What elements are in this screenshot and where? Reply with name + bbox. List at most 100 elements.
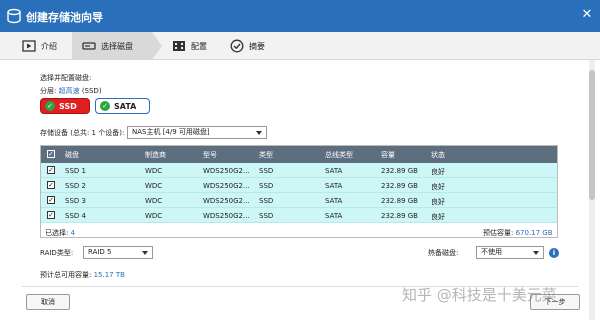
cell-model: WDS250G2... bbox=[203, 197, 250, 205]
step-summary: 摘要 bbox=[222, 32, 282, 60]
row-checkbox[interactable]: ✓ bbox=[47, 211, 55, 219]
ssd-label: SSD bbox=[59, 101, 77, 111]
cell-type: SSD bbox=[259, 197, 274, 205]
step-arrow bbox=[152, 32, 162, 60]
cell-disk: SSD 1 bbox=[65, 167, 86, 175]
cell-disk: SSD 2 bbox=[65, 182, 86, 190]
selected-count: 4 bbox=[70, 229, 76, 237]
cell-bus: SATA bbox=[325, 197, 343, 205]
check-icon: ✓ bbox=[100, 101, 110, 111]
cell-disk: SSD 4 bbox=[65, 212, 86, 220]
cell-model: WDS250G2... bbox=[203, 167, 250, 175]
table-row[interactable]: ✓ SSD 2 WDC WDS250G2... SSD SATA 232.89 … bbox=[41, 178, 557, 193]
raid-type-select[interactable]: RAID 5 bbox=[83, 246, 153, 259]
cell-status: 良好 bbox=[431, 198, 445, 206]
cell-vendor: WDC bbox=[145, 212, 163, 220]
step-select-disks: 选择磁盘 bbox=[72, 32, 152, 60]
tier-suffix: (SSD) bbox=[79, 87, 102, 95]
cell-type: SSD bbox=[259, 167, 274, 175]
close-icon[interactable]: ✕ bbox=[580, 8, 594, 22]
raid-type-label: RAID类型: bbox=[40, 249, 74, 257]
step-select-disks-label: 选择磁盘 bbox=[101, 41, 133, 51]
storage-device-label: 存储设备 (总共: 1 个设备): bbox=[40, 129, 125, 137]
hot-spare-select[interactable]: 不使用 bbox=[476, 246, 544, 259]
col-disk[interactable]: 磁盘 bbox=[65, 150, 79, 160]
step-intro: 介绍 bbox=[0, 32, 70, 60]
cell-model: WDS250G2... bbox=[203, 212, 250, 220]
tier-prefix: 分层: bbox=[40, 87, 59, 95]
selected-label-text: 已选择: bbox=[45, 229, 71, 237]
row-checkbox[interactable]: ✓ bbox=[47, 166, 55, 174]
cell-status: 良好 bbox=[431, 183, 445, 191]
hot-spare-label: 热备磁盘: bbox=[428, 249, 459, 257]
disk-table: ✓ 磁盘 制造商 型号 类型 总线类型 容量 状态 ✓ SSD 1 WDC WD… bbox=[40, 145, 558, 238]
cell-capacity: 232.89 GB bbox=[381, 182, 418, 190]
cell-capacity: 232.89 GB bbox=[381, 197, 418, 205]
step-configure-label: 配置 bbox=[191, 41, 207, 51]
disk-icon bbox=[82, 42, 96, 50]
title-bar: 创建存储池向导 ✕ bbox=[0, 0, 600, 32]
tier-link[interactable]: 超高速 bbox=[59, 87, 80, 95]
cell-bus: SATA bbox=[325, 182, 343, 190]
check-icon: ✓ bbox=[45, 101, 55, 111]
col-capacity[interactable]: 容量 bbox=[381, 150, 395, 160]
table-row[interactable]: ✓ SSD 3 WDC WDS250G2... SSD SATA 232.89 … bbox=[41, 193, 557, 208]
estimated-label: 预估容量: bbox=[483, 229, 516, 237]
check-circle-icon bbox=[230, 39, 244, 53]
table-footer: 已选择: 4 预估容量: 670.17 GB bbox=[41, 224, 557, 238]
cancel-button[interactable]: 取消 bbox=[26, 294, 70, 310]
hot-spare-value: 不使用 bbox=[481, 248, 502, 256]
select-disks-heading: 选择并配置磁盘: bbox=[40, 74, 92, 82]
cell-model: WDS250G2... bbox=[203, 182, 250, 190]
total-capacity-value: 15.17 TB bbox=[93, 271, 125, 279]
estimated-value: 670.17 GB bbox=[515, 229, 553, 237]
raid-type-value: RAID 5 bbox=[88, 248, 112, 256]
chevron-down-icon bbox=[142, 251, 148, 255]
step-configure: 配置 bbox=[162, 32, 222, 60]
cell-vendor: WDC bbox=[145, 167, 163, 175]
storage-pool-icon bbox=[7, 8, 21, 24]
cell-bus: SATA bbox=[325, 212, 343, 220]
ssd-filter-button[interactable]: ✓ SSD bbox=[40, 98, 90, 114]
cell-vendor: WDC bbox=[145, 197, 163, 205]
col-model[interactable]: 型号 bbox=[203, 150, 217, 160]
row-checkbox[interactable]: ✓ bbox=[47, 181, 55, 189]
sata-filter-button[interactable]: ✓ SATA bbox=[95, 98, 150, 114]
cell-capacity: 232.89 GB bbox=[381, 167, 418, 175]
cell-bus: SATA bbox=[325, 167, 343, 175]
cell-vendor: WDC bbox=[145, 182, 163, 190]
scrollbar[interactable] bbox=[589, 60, 595, 320]
cell-capacity: 232.89 GB bbox=[381, 212, 418, 220]
chevron-down-icon bbox=[533, 251, 539, 255]
total-capacity-label: 预计总可用容量: bbox=[40, 271, 94, 279]
col-bus[interactable]: 总线类型 bbox=[325, 150, 353, 160]
table-row[interactable]: ✓ SSD 1 WDC WDS250G2... SSD SATA 232.89 … bbox=[41, 163, 557, 178]
selected-label: 已选择: 4 bbox=[45, 228, 75, 238]
estimated-capacity: 预估容量: 670.17 GB bbox=[483, 228, 553, 238]
row-checkbox[interactable]: ✓ bbox=[47, 196, 55, 204]
info-icon[interactable]: i bbox=[549, 248, 559, 258]
col-type[interactable]: 类型 bbox=[259, 150, 273, 160]
cell-type: SSD bbox=[259, 212, 274, 220]
storage-device-value: NAS主机 [4/9 可用磁盘] bbox=[132, 128, 210, 136]
step-intro-label: 介绍 bbox=[41, 41, 57, 51]
table-header: ✓ 磁盘 制造商 型号 类型 总线类型 容量 状态 bbox=[41, 146, 557, 163]
cell-type: SSD bbox=[259, 182, 274, 190]
sata-label: SATA bbox=[114, 101, 137, 111]
total-capacity: 预计总可用容量: 15.17 TB bbox=[40, 270, 125, 280]
cell-status: 良好 bbox=[431, 168, 445, 176]
table-row[interactable]: ✓ SSD 4 WDC WDS250G2... SSD SATA 232.89 … bbox=[41, 208, 557, 223]
tier-line: 分层: 超高速 (SSD) bbox=[40, 86, 102, 96]
storage-device-select[interactable]: NAS主机 [4/9 可用磁盘] bbox=[127, 126, 267, 139]
scrollbar-thumb[interactable] bbox=[589, 70, 595, 200]
wizard-steps: 介绍 选择磁盘 配置 摘要 bbox=[0, 32, 600, 60]
watermark: 知乎 @科技是十美元菜 bbox=[402, 286, 557, 304]
col-vendor[interactable]: 制造商 bbox=[145, 150, 166, 160]
window-title: 创建存储池向导 bbox=[26, 11, 103, 24]
step-summary-label: 摘要 bbox=[249, 41, 265, 51]
select-all-checkbox[interactable]: ✓ bbox=[47, 150, 55, 158]
play-icon bbox=[22, 40, 36, 52]
chevron-down-icon bbox=[256, 131, 262, 135]
film-icon bbox=[173, 41, 185, 51]
col-status[interactable]: 状态 bbox=[431, 150, 445, 160]
